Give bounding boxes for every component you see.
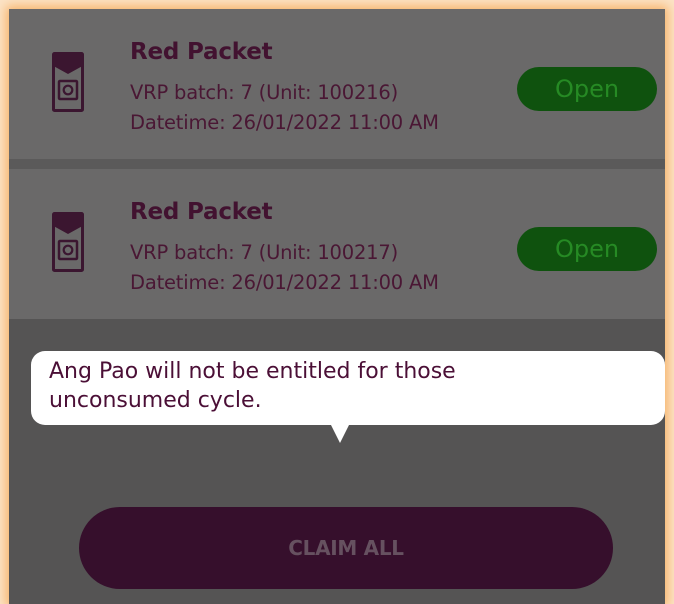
- red-packet-card: Red Packet VRP batch: 7 (Unit: 100216) D…: [9, 9, 665, 159]
- card-divider: [9, 159, 665, 169]
- red-packet-envelope-icon: [52, 52, 84, 112]
- tooltip-pointer: [331, 425, 349, 443]
- packet-datetime: Datetime: 26/01/2022 11:00 AM: [130, 111, 439, 134]
- claim-all-button[interactable]: CLAIM ALL: [79, 507, 613, 589]
- packet-batch: VRP batch: 7 (Unit: 100216): [130, 81, 398, 104]
- packet-batch: VRP batch: 7 (Unit: 100217): [130, 241, 398, 264]
- tooltip-text: Ang Pao will not be entitled for those u…: [49, 359, 456, 413]
- open-button[interactable]: Open: [517, 67, 657, 111]
- info-tooltip: Ang Pao will not be entitled for those u…: [31, 351, 665, 425]
- packet-datetime: Datetime: 26/01/2022 11:00 AM: [130, 271, 439, 294]
- open-button[interactable]: Open: [517, 227, 657, 271]
- app-screen: Red Packet VRP batch: 7 (Unit: 100216) D…: [9, 9, 665, 604]
- red-packet-card: Red Packet VRP batch: 7 (Unit: 100217) D…: [9, 169, 665, 319]
- packet-title: Red Packet: [130, 199, 273, 225]
- packet-title: Red Packet: [130, 39, 273, 65]
- red-packet-envelope-icon: [52, 212, 84, 272]
